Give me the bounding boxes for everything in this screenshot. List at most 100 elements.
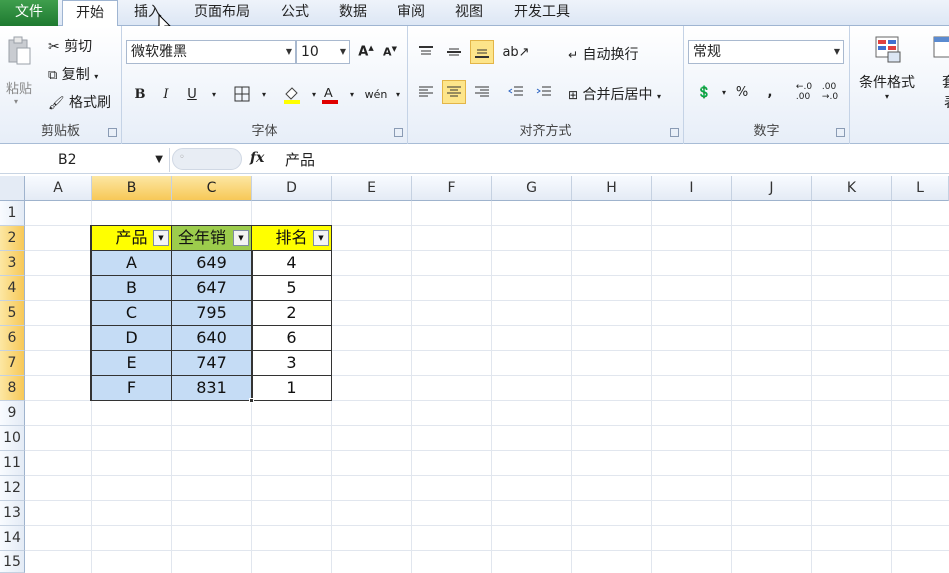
row-header-13[interactable]: 13 — [0, 501, 25, 526]
cell-d2[interactable]: 排名 ▼ — [252, 226, 332, 251]
fill-handle[interactable] — [249, 398, 254, 403]
tab-file[interactable]: 文件 — [0, 0, 58, 26]
align-top-button[interactable] — [414, 40, 438, 64]
grow-font-button[interactable]: A▲ — [354, 40, 378, 64]
conditional-format-button[interactable]: 条件格式 ▾ — [854, 34, 920, 101]
select-all-button[interactable] — [0, 176, 25, 201]
table-cell[interactable]: 2 — [252, 301, 332, 326]
row-header-12[interactable]: 12 — [0, 476, 25, 501]
clipboard-launcher-icon[interactable] — [108, 128, 117, 137]
table-cell[interactable]: 5 — [252, 276, 332, 301]
col-header-d[interactable]: D — [252, 176, 332, 201]
table-cell[interactable]: 747 — [172, 351, 252, 376]
tab-home[interactable]: 开始 — [62, 0, 118, 27]
table-cell[interactable]: E — [92, 351, 172, 376]
resize-handle-icon[interactable]: ◦ — [179, 152, 185, 163]
col-header-c[interactable]: C — [172, 176, 252, 201]
table-cell[interactable]: 1 — [252, 376, 332, 401]
col-header-b[interactable]: B — [92, 176, 172, 201]
format-as-table-button[interactable]: 套 表格 — [926, 34, 949, 112]
phonetic-dropdown-icon[interactable]: ▾ — [386, 82, 410, 106]
name-box[interactable]: B2 ▼ — [0, 148, 170, 172]
row-header-4[interactable]: 4 — [0, 276, 25, 301]
table-cell[interactable]: D — [92, 326, 172, 351]
table-cell[interactable]: C — [92, 301, 172, 326]
number-format-combo[interactable]: 常规 ▼ — [688, 40, 844, 64]
row-header-15[interactable]: 15 — [0, 551, 25, 573]
row-header-10[interactable]: 10 — [0, 426, 25, 451]
table-cell[interactable]: 640 — [172, 326, 252, 351]
alignment-launcher-icon[interactable] — [670, 128, 679, 137]
row-header-2[interactable]: 2 — [0, 226, 25, 251]
align-middle-button[interactable] — [442, 40, 466, 64]
underline-button[interactable]: U — [180, 82, 204, 106]
table-cell[interactable]: 6 — [252, 326, 332, 351]
merge-center-button[interactable]: ⊞ 合并后居中 ▾ — [568, 84, 661, 104]
tab-view[interactable]: 视图 — [444, 0, 494, 26]
tab-review[interactable]: 审阅 — [386, 0, 436, 26]
row-header-8[interactable]: 8 — [0, 376, 25, 401]
col-header-e[interactable]: E — [332, 176, 412, 201]
paste-button[interactable]: 粘贴 ▾ — [6, 36, 34, 106]
row-header-5[interactable]: 5 — [0, 301, 25, 326]
font-name-combo[interactable]: 微软雅黑 ▼ — [126, 40, 296, 64]
border-dropdown-icon[interactable]: ▾ — [252, 82, 276, 106]
copy-button[interactable]: ⧉ 复制 ▾ — [48, 64, 98, 84]
table-cell[interactable]: 3 — [252, 351, 332, 376]
col-header-g[interactable]: G — [492, 176, 572, 201]
font-color-dropdown-icon[interactable]: ▾ — [340, 82, 364, 106]
bold-button[interactable]: B — [128, 82, 152, 106]
table-cell[interactable]: 831 — [172, 376, 252, 401]
col-header-k[interactable]: K — [812, 176, 892, 201]
table-cell[interactable]: F — [92, 376, 172, 401]
number-launcher-icon[interactable] — [836, 128, 845, 137]
font-launcher-icon[interactable] — [394, 128, 403, 137]
cell-b2[interactable]: 产品 ▼ — [92, 226, 172, 251]
filter-dropdown-icon[interactable]: ▼ — [313, 230, 329, 246]
col-header-l[interactable]: L — [892, 176, 949, 201]
col-header-a[interactable]: A — [25, 176, 92, 201]
filter-dropdown-icon[interactable]: ▼ — [233, 230, 249, 246]
row-header-9[interactable]: 9 — [0, 401, 25, 426]
cut-button[interactable]: ✂ 剪切 — [48, 36, 92, 56]
cell-c2[interactable]: 全年销 ▼ — [172, 226, 252, 251]
table-cell[interactable]: 795 — [172, 301, 252, 326]
row-header-1[interactable]: 1 — [0, 201, 25, 226]
tab-formulas[interactable]: 公式 — [270, 0, 320, 26]
table-cell[interactable]: A — [92, 251, 172, 276]
percent-button[interactable]: % — [730, 80, 754, 104]
row-header-7[interactable]: 7 — [0, 351, 25, 376]
table-cell[interactable]: 647 — [172, 276, 252, 301]
border-button[interactable] — [230, 82, 254, 106]
orientation-button[interactable]: ab↗ — [502, 40, 529, 64]
tab-developer[interactable]: 开发工具 — [502, 0, 582, 26]
comma-button[interactable]: , — [758, 80, 782, 104]
font-color-button[interactable]: A — [318, 82, 342, 106]
row-header-14[interactable]: 14 — [0, 526, 25, 551]
col-header-h[interactable]: H — [572, 176, 652, 201]
table-cell[interactable]: 649 — [172, 251, 252, 276]
decrease-indent-button[interactable] — [504, 80, 528, 104]
wrap-text-button[interactable]: ↵ 自动换行 — [568, 44, 639, 64]
row-header-11[interactable]: 11 — [0, 451, 25, 476]
align-right-button[interactable] — [470, 80, 494, 104]
tab-page-layout[interactable]: 页面布局 — [182, 0, 262, 26]
align-bottom-button[interactable] — [470, 40, 494, 64]
formula-input[interactable]: 产品 — [285, 149, 315, 170]
col-header-i[interactable]: I — [652, 176, 732, 201]
col-header-f[interactable]: F — [412, 176, 492, 201]
col-header-j[interactable]: J — [732, 176, 812, 201]
italic-button[interactable]: I — [154, 82, 178, 106]
phonetic-button[interactable]: wén — [364, 82, 388, 106]
insert-function-button[interactable]: fx — [250, 150, 264, 166]
fill-color-button[interactable] — [280, 82, 304, 106]
tab-data[interactable]: 数据 — [328, 0, 378, 26]
underline-dropdown-icon[interactable]: ▾ — [202, 82, 226, 106]
format-painter-button[interactable]: 🖌 格式刷 — [48, 92, 111, 112]
increase-decimal-button[interactable]: ←.0.00 — [792, 80, 816, 104]
table-cell[interactable]: B — [92, 276, 172, 301]
table-cell[interactable]: 4 — [252, 251, 332, 276]
align-center-button[interactable] — [442, 80, 466, 104]
decrease-decimal-button[interactable]: .00 →.0 — [818, 80, 842, 104]
font-size-combo[interactable]: 10 ▼ — [296, 40, 350, 64]
